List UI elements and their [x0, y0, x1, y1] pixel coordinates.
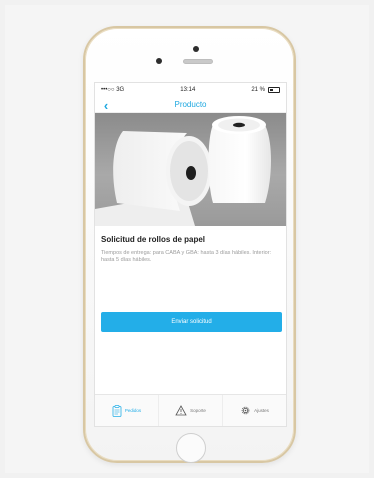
- carrier-signal: •••○○ 3G: [101, 87, 125, 93]
- paper-rolls-illustration: [95, 116, 271, 226]
- chevron-left-icon[interactable]: ‹: [99, 98, 113, 113]
- home-button[interactable]: [176, 433, 206, 463]
- tab-ajustes[interactable]: Ajustes: [223, 395, 286, 426]
- product-description: Tiempos de entrega: para CABA y GBA: has…: [101, 250, 272, 264]
- sensor-icon: [156, 58, 162, 64]
- tab-bar: Pedidos Soporte Ajustes: [95, 394, 286, 426]
- status-right: 21 %: [251, 87, 280, 93]
- status-bar: •••○○ 3G 13:14 21 %: [95, 83, 286, 97]
- phone-device: •••○○ 3G 13:14 21 % ‹ Producto Solicitud…: [83, 26, 296, 463]
- product-title: Solicitud de rollos de papel: [101, 235, 206, 244]
- app-screen: •••○○ 3G 13:14 21 % ‹ Producto Solicitud…: [94, 82, 287, 427]
- warning-icon: [175, 405, 187, 416]
- clipboard-icon: [112, 404, 122, 417]
- tab-label: Pedidos: [124, 408, 142, 413]
- page-title: Producto: [174, 100, 207, 109]
- battery-percent: 21 %: [251, 87, 265, 93]
- earpiece-speaker: [183, 59, 213, 64]
- status-time: 13:14: [180, 87, 196, 93]
- navigation-bar: ‹ Producto: [95, 97, 286, 113]
- product-image: [95, 113, 286, 226]
- tab-pedidos[interactable]: Pedidos: [95, 395, 159, 426]
- tab-label: Ajustes: [254, 408, 269, 413]
- tab-label: Soporte: [190, 408, 206, 413]
- front-camera-icon: [193, 46, 199, 52]
- tab-soporte[interactable]: Soporte: [159, 395, 223, 426]
- battery-icon: [268, 87, 280, 93]
- gear-icon: [240, 405, 251, 416]
- send-request-button[interactable]: Enviar solicitud: [101, 312, 282, 332]
